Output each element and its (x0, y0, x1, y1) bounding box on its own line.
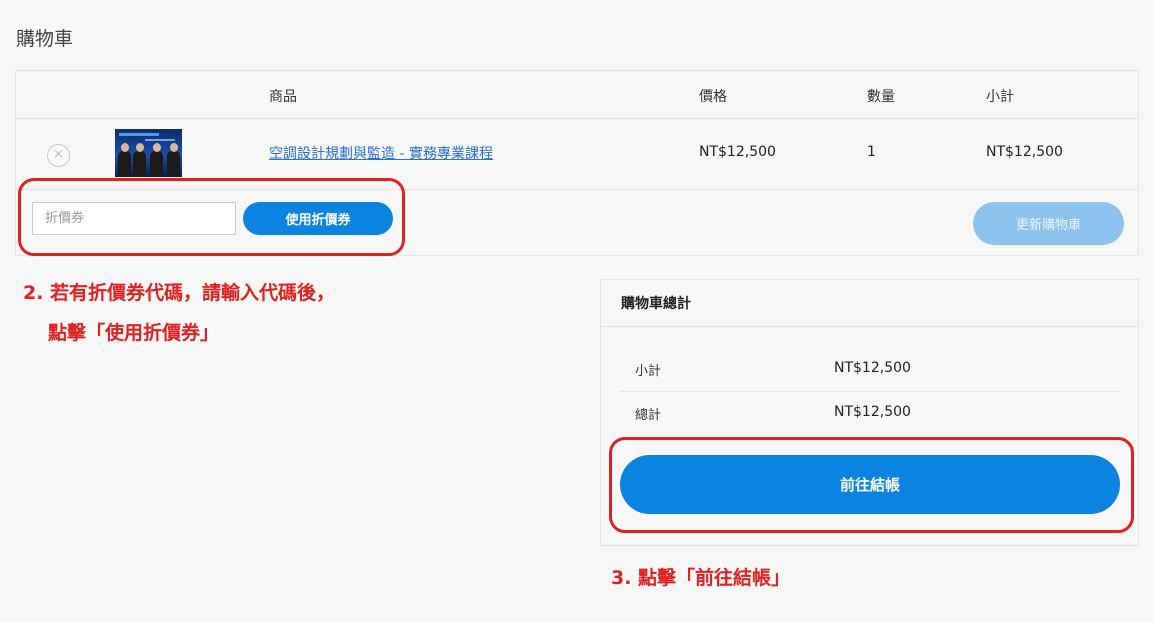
totals-total-label: 總計 (635, 408, 662, 423)
remove-item-icon[interactable]: × (47, 144, 70, 167)
annotation-step3: 3. 點擊「前往結帳」 (611, 567, 791, 589)
header-subtotal: 小計 (986, 89, 1014, 105)
cart-totals-heading: 購物車總計 (601, 280, 1138, 327)
product-name-link[interactable]: 空調設計規劃與監造 - 實務專業課程 (269, 143, 493, 163)
header-product: 商品 (269, 89, 297, 105)
totals-total-value: NT$12,500 (834, 404, 911, 420)
cart-table-header: 商品 價格 數量 小計 (16, 71, 1138, 119)
item-quantity[interactable]: 1 (867, 144, 876, 160)
item-subtotal: NT$12,500 (986, 144, 1063, 160)
annotation-highlight-coupon (18, 178, 405, 256)
totals-subtotal-value: NT$12,500 (834, 360, 911, 376)
header-price: 價格 (699, 89, 727, 105)
update-cart-button[interactable]: 更新購物車 (973, 202, 1124, 245)
header-quantity: 數量 (867, 89, 895, 105)
product-thumbnail[interactable] (115, 129, 182, 177)
totals-total-row: 總計 NT$12,500 (620, 392, 1121, 436)
annotation-step2-line1: 2. 若有折價券代碼，請輸入代碼後， (23, 282, 336, 304)
totals-subtotal-label: 小計 (635, 364, 662, 379)
annotation-step2-line2: 點擊「使用折價券」 (48, 322, 220, 344)
item-price: NT$12,500 (699, 144, 776, 160)
totals-subtotal-row: 小計 NT$12,500 (620, 348, 1121, 392)
page-title: 購物車 (16, 28, 74, 50)
annotation-highlight-checkout (609, 437, 1134, 533)
